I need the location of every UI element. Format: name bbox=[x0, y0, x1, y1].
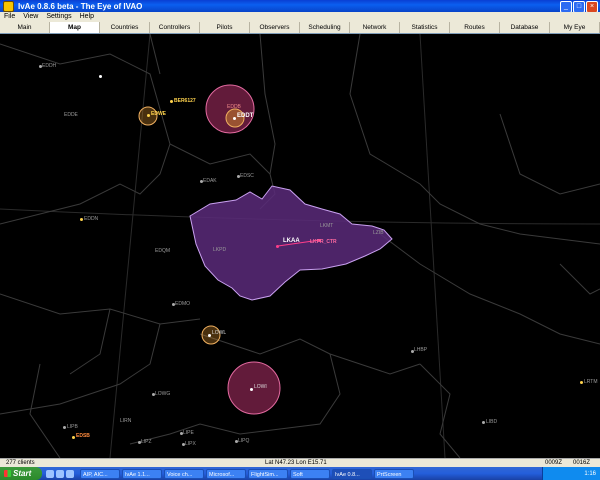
tab-statistics[interactable]: Statistics bbox=[400, 22, 450, 33]
menu-settings[interactable]: Settings bbox=[42, 12, 75, 22]
airport-marker[interactable] bbox=[99, 75, 102, 78]
label-edqm: EDQM bbox=[155, 248, 170, 254]
task-button[interactable]: Soft bbox=[290, 468, 330, 479]
task-button[interactable]: AIP, AIC... bbox=[80, 468, 120, 479]
label-lhbp: LHBP bbox=[414, 347, 428, 353]
tab-pilots[interactable]: Pilots bbox=[200, 22, 250, 33]
label-edsc: EDSC bbox=[240, 173, 254, 179]
task-button[interactable]: PrtScreen bbox=[374, 468, 414, 479]
tab-scheduling[interactable]: Scheduling bbox=[300, 22, 350, 33]
tab-countries[interactable]: Countries bbox=[100, 22, 150, 33]
label-lowg: LOWG bbox=[155, 391, 171, 397]
label-edde: EDDE bbox=[64, 112, 78, 118]
tab-observers[interactable]: Observers bbox=[250, 22, 300, 33]
quick-launch bbox=[46, 469, 74, 478]
airport-marker[interactable] bbox=[208, 334, 211, 337]
tab-routes[interactable]: Routes bbox=[450, 22, 500, 33]
quick-launch-icon[interactable] bbox=[66, 469, 74, 478]
tab-main[interactable]: Main bbox=[0, 22, 50, 33]
label-edwe: EDWE bbox=[151, 111, 166, 117]
task-list: AIP, AIC... IvAe 1.1... Voice ch... Micr… bbox=[80, 468, 414, 479]
airport-marker[interactable] bbox=[482, 421, 485, 424]
label-lipz: LIPZ bbox=[141, 439, 152, 445]
start-button[interactable]: Start bbox=[0, 467, 42, 480]
window-title: IvAe 0.8.6 beta - The Eye of IVAO bbox=[18, 1, 143, 11]
label-eddn: EDDN bbox=[84, 216, 99, 222]
label-lipb: LIPB bbox=[67, 424, 78, 430]
label-lowl: LOWL bbox=[212, 330, 227, 336]
airport-marker[interactable] bbox=[233, 117, 236, 120]
task-button[interactable]: Microsof... bbox=[206, 468, 246, 479]
airport-marker[interactable] bbox=[63, 426, 66, 429]
label-lowi: LOWI bbox=[254, 384, 267, 390]
airport-marker[interactable] bbox=[80, 218, 83, 221]
label-lipx: LIPX bbox=[185, 441, 196, 447]
menu-help[interactable]: Help bbox=[76, 12, 98, 22]
aircraft-marker[interactable] bbox=[170, 100, 173, 103]
aircraft-marker[interactable] bbox=[276, 245, 279, 248]
label-edak: EDAK bbox=[203, 178, 217, 184]
map-view[interactable]: EDDH EDDE EDWE BER6127 EDDB EDDT EDAK ED… bbox=[0, 34, 600, 458]
app-icon bbox=[3, 0, 14, 12]
airport-marker[interactable] bbox=[580, 381, 583, 384]
window-titlebar[interactable]: IvAe 0.8.6 beta - The Eye of IVAO _ □ × bbox=[0, 0, 600, 13]
label-lkaa: LKAA bbox=[283, 238, 300, 244]
label-lrtm: LRTM bbox=[584, 379, 598, 385]
quick-launch-icon[interactable] bbox=[46, 469, 54, 478]
label-lkpr-ctr: LKPR_CTR bbox=[310, 239, 337, 245]
label-eddb: EDDB bbox=[227, 104, 241, 110]
label-lkmt-fir: LKMT bbox=[320, 223, 334, 229]
task-button[interactable]: Voice ch... bbox=[164, 468, 204, 479]
label-lkpd: LKPD bbox=[213, 247, 227, 253]
label-libd: LIBD bbox=[486, 419, 498, 425]
label-edsb: EDSB bbox=[76, 433, 90, 439]
map-canvas bbox=[0, 34, 600, 458]
quick-launch-icon[interactable] bbox=[56, 469, 64, 478]
label-lzib: LZIB bbox=[373, 230, 384, 236]
tab-map[interactable]: Map bbox=[50, 22, 100, 33]
label-eddt: EDDT bbox=[237, 113, 254, 119]
tab-my-eye[interactable]: My Eye bbox=[550, 22, 600, 33]
label-lipe: LIPE bbox=[183, 430, 194, 436]
airport-marker[interactable] bbox=[147, 114, 150, 117]
label-edmo: EDMO bbox=[175, 301, 190, 307]
task-button[interactable]: FlightSim... bbox=[248, 468, 288, 479]
system-tray: 1:16 bbox=[542, 467, 600, 480]
menu-file[interactable]: File bbox=[0, 12, 19, 22]
start-label: Start bbox=[13, 469, 32, 478]
menu-view[interactable]: View bbox=[19, 12, 42, 22]
taskbar: Start AIP, AIC... IvAe 1.1... Voice ch..… bbox=[0, 467, 600, 480]
tab-database[interactable]: Database bbox=[500, 22, 550, 33]
label-lipq: LIPQ bbox=[238, 438, 250, 444]
label-eddh: EDDH bbox=[42, 63, 57, 69]
status-bar: 277 clients Lat N47.23 Lon E15.71 0009Z … bbox=[0, 458, 600, 467]
menu-bar: File View Settings Help bbox=[0, 12, 600, 22]
label-ber6127: BER6127 bbox=[174, 98, 196, 104]
task-button-active[interactable]: IvAe 0.8... bbox=[332, 468, 372, 479]
tab-network[interactable]: Network bbox=[350, 22, 400, 33]
clock[interactable]: 1:16 bbox=[584, 471, 596, 477]
tab-controllers[interactable]: Controllers bbox=[150, 22, 200, 33]
label-lirn: LIRN bbox=[120, 418, 132, 424]
task-button[interactable]: IvAe 1.1... bbox=[122, 468, 162, 479]
airport-marker[interactable] bbox=[250, 388, 253, 391]
tab-bar: Main Map Countries Controllers Pilots Ob… bbox=[0, 22, 600, 34]
aircraft-marker[interactable] bbox=[72, 436, 75, 439]
windows-logo-icon bbox=[4, 470, 11, 477]
